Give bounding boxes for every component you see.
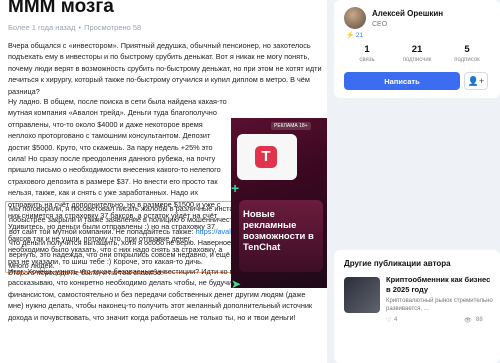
other-publications: Другие публикации автора Криптообменник … <box>334 250 500 363</box>
ad-tag: РЕКЛАМА 18+ <box>271 122 311 130</box>
author-name[interactable]: Алексей Орешкин <box>372 9 443 18</box>
tenchat-logo-icon: T <box>255 146 277 168</box>
author-card: Алексей Орешкин CEO ⚡ 21 1 связь 21 подп… <box>334 0 500 98</box>
plus-icon: + <box>231 180 240 196</box>
stat-value: 5 <box>464 44 470 55</box>
stat-value: 21 <box>411 44 423 55</box>
publication-description: Криптовалютный рынок стремительно развив… <box>386 298 493 312</box>
publications-title: Другие публикации автора <box>344 259 451 268</box>
rating-icon: ⚡ <box>346 32 355 39</box>
write-message-button[interactable]: Написать <box>344 72 460 90</box>
article-views: Просмотрено 58 <box>84 23 142 32</box>
person-plus-icon: 👤+ <box>467 75 485 86</box>
meta-separator: • <box>78 23 82 32</box>
stat-label: подписчик <box>402 57 432 63</box>
like-icon[interactable]: ♡ <box>386 317 391 324</box>
article-time: Более 1 года назад <box>8 23 76 32</box>
author-position: CEO <box>372 21 388 28</box>
stat-followers[interactable]: 21 подписчик <box>392 44 442 63</box>
avatar[interactable] <box>344 7 366 29</box>
views-count: 88 <box>476 317 483 323</box>
promo-banner[interactable]: РЕКЛАМА 18+ T + Новые рекламные возможно… <box>231 118 327 288</box>
article: МММ мозга Более 1 года назад • Просмотрено… <box>0 0 327 363</box>
stat-label: связь <box>359 57 375 63</box>
publication-thumbnail[interactable] <box>344 277 380 313</box>
promo-text: Новые рекламные возможности в TenChat <box>243 209 314 253</box>
article-title: МММ мозга <box>8 0 114 17</box>
arrow-icon: ➤ <box>231 277 242 288</box>
stat-connections[interactable]: 1 связь <box>342 44 392 63</box>
stat-value: 1 <box>364 44 370 55</box>
author-rating: ⚡ 21 <box>346 31 363 39</box>
like-count: 4 <box>394 317 398 323</box>
publication-title[interactable]: Криптообменник как бизнес в 2025 году <box>386 275 494 294</box>
article-paragraph: Вчера общался с «инвестором». Приятный д… <box>8 41 322 96</box>
stat-label: подписок <box>454 57 480 63</box>
rating-value: 21 <box>355 32 364 39</box>
views-icon: 👁 <box>464 318 472 324</box>
stat-subscriptions[interactable]: 5 подписок <box>442 44 492 63</box>
article-meta: Более 1 года назад • Просмотрено 58 <box>8 23 141 32</box>
follow-button[interactable]: 👤+ <box>464 72 488 90</box>
